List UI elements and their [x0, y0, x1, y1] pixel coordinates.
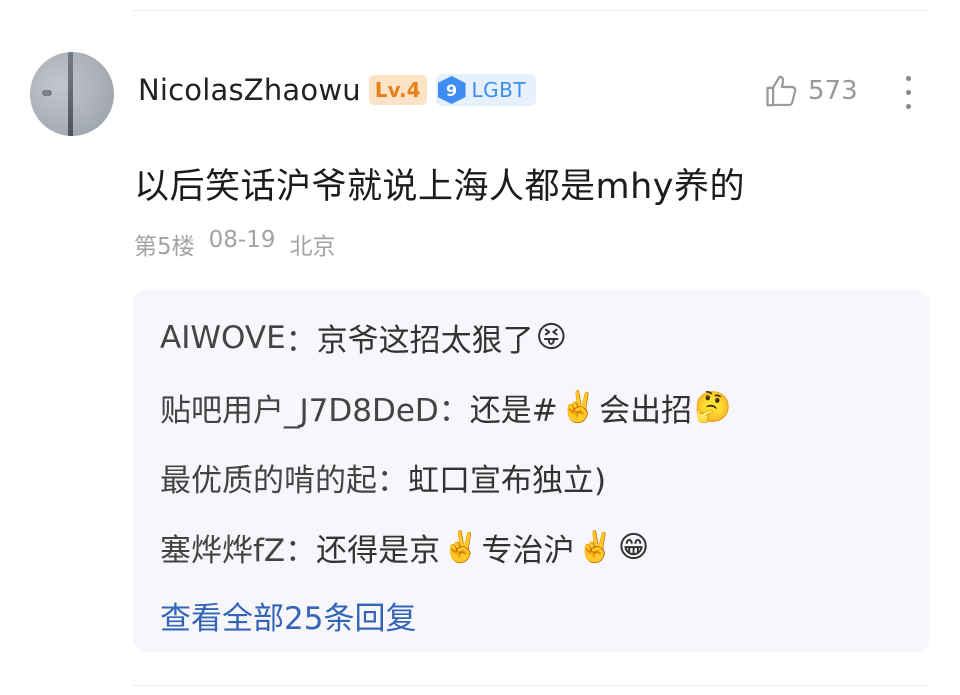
badge-level-icon: 9	[437, 76, 466, 104]
reply-text: 还得是京	[316, 533, 441, 569]
reply-item[interactable]: 最优质的啃的起 ： 虹口宣布独立)	[160, 455, 606, 500]
fan-badge[interactable]: 9 LGBT	[435, 74, 537, 106]
reply-preview-panel[interactable]: AIWOVE ： 京爷这招太狠了 😝 贴吧用户_J7D8DeD ： 还是# ✌️…	[133, 290, 930, 652]
reply-text: 还是#	[469, 393, 558, 429]
reply-text: 会出招	[599, 393, 693, 429]
emoji-icon: 🤔	[694, 389, 732, 425]
reply-item[interactable]: AIWOVE ： 京爷这招太狠了 😝	[160, 315, 569, 360]
comment-location: 北京	[289, 234, 336, 260]
emoji-icon: 😝	[535, 319, 567, 355]
like-count: 573	[808, 76, 858, 106]
top-divider	[133, 10, 928, 11]
reply-author[interactable]: 塞烨烨fZ	[160, 525, 285, 570]
more-options-button[interactable]	[900, 74, 916, 112]
comment-text: 以后笑话沪爷就说上海人都是mhy养的	[134, 167, 745, 207]
like-button[interactable]: 573	[762, 72, 858, 110]
more-vertical-icon	[906, 76, 911, 81]
floor-number: 第5楼	[134, 234, 195, 260]
victory-hand-icon: ✌️	[559, 389, 598, 425]
comment-date: 08-19	[208, 227, 276, 253]
reply-text: 专治沪	[481, 533, 575, 569]
view-all-replies-link[interactable]: 查看全部25条回复	[160, 593, 416, 638]
victory-hand-icon: ✌️	[576, 529, 614, 565]
comment-meta: 第5楼 08-19 北京	[134, 227, 335, 261]
avatar[interactable]	[30, 52, 114, 136]
level-badge: Lv.4	[368, 75, 427, 105]
reply-text: 京爷这招太狠了	[316, 323, 534, 359]
victory-hand-icon: ✌️	[442, 529, 480, 565]
bottom-divider	[133, 685, 928, 686]
username[interactable]: NicolasZhaowu	[138, 73, 361, 107]
badge-label: LGBT	[471, 78, 527, 102]
reply-author[interactable]: 贴吧用户_J7D8DeD	[160, 385, 439, 430]
reply-author[interactable]: 最优质的啃的起	[160, 455, 377, 500]
reply-item[interactable]: 塞烨烨fZ ： 还得是京 ✌️ 专治沪 ✌️ 😁	[160, 525, 651, 570]
reply-text: 虹口宣布独立)	[408, 463, 607, 499]
emoji-icon: 😁	[617, 529, 650, 565]
comment-header: NicolasZhaowu Lv.4 9 LGBT	[138, 68, 537, 112]
reply-item[interactable]: 贴吧用户_J7D8DeD ： 还是# ✌️ 会出招 🤔	[160, 385, 733, 430]
reply-author[interactable]: AIWOVE	[160, 320, 286, 356]
thumbs-up-icon	[766, 75, 797, 107]
